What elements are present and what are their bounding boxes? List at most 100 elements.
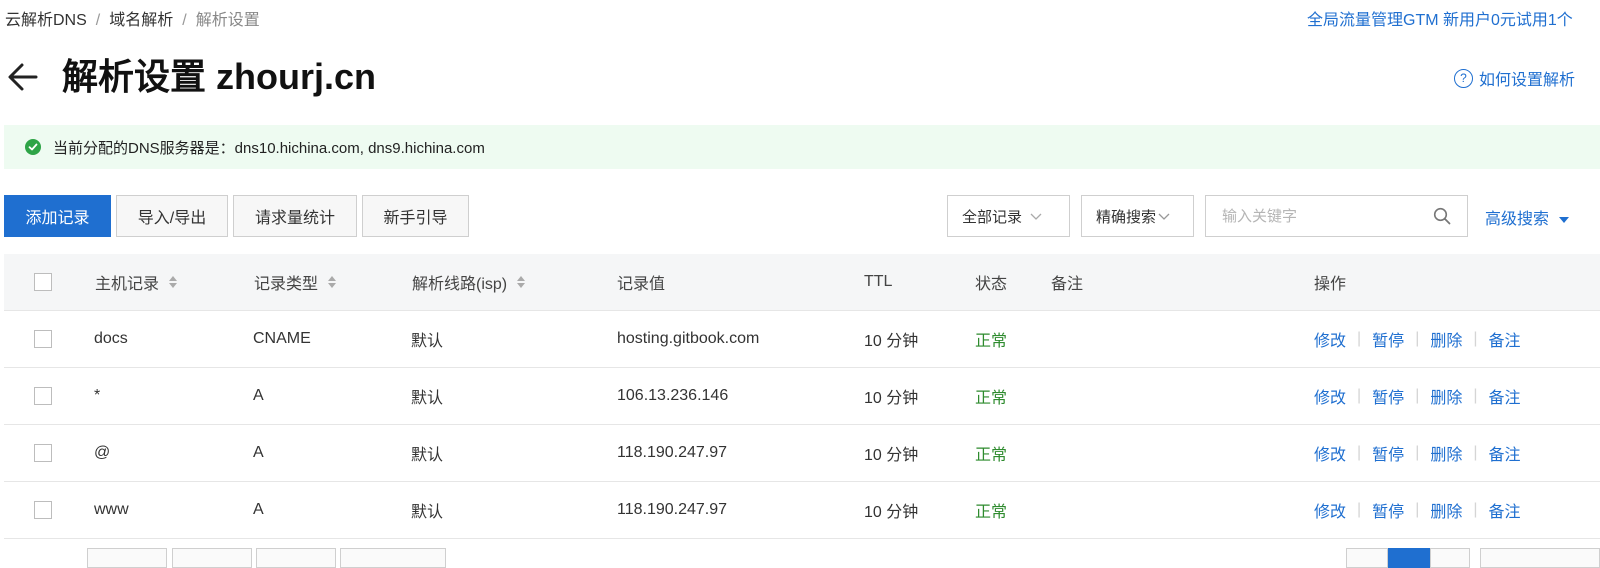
help-link-label: 如何设置解析 <box>1479 72 1576 89</box>
match-mode-select[interactable]: 精确搜索 <box>1081 195 1194 237</box>
host-cell: @ <box>94 444 111 461</box>
ttl-cell: 10 分钟 <box>864 333 919 350</box>
gtm-promo-link[interactable]: 全局流量管理GTM 新用户0元试用1个 <box>1307 6 1573 30</box>
column-header-status: 状态 <box>975 276 1008 293</box>
column-header-line[interactable]: 解析线路(isp) <box>412 254 526 310</box>
delete-link[interactable]: 删除 <box>1430 384 1462 408</box>
row-checkbox[interactable] <box>34 444 52 462</box>
batch-action-button[interactable] <box>340 548 446 568</box>
add-record-button[interactable]: 添加记录 <box>4 195 111 237</box>
ttl-cell: 10 分钟 <box>864 447 919 464</box>
check-circle-icon <box>25 139 41 155</box>
row-checkbox[interactable] <box>34 330 52 348</box>
type-cell: A <box>253 444 264 461</box>
row-checkbox[interactable] <box>34 501 52 519</box>
help-link[interactable]: ? 如何设置解析 <box>1454 66 1575 90</box>
request-stats-button[interactable]: 请求量统计 <box>233 195 357 237</box>
breadcrumb-item-dns[interactable]: 云解析DNS <box>5 12 87 29</box>
column-header-type[interactable]: 记录类型 <box>254 254 337 310</box>
chevron-down-icon <box>1158 208 1170 225</box>
import-export-button[interactable]: 导入/导出 <box>116 195 228 237</box>
advanced-search-link[interactable]: 高级搜索 <box>1485 205 1570 229</box>
pagination-next-button[interactable] <box>1430 548 1470 568</box>
question-circle-icon: ? <box>1454 68 1473 88</box>
breadcrumb-item-current: 解析设置 <box>195 12 260 29</box>
record-filter-select[interactable]: 全部记录 <box>947 195 1070 237</box>
notice-text: 当前分配的DNS服务器是：dns10.hichina.com, dns9.hic… <box>53 139 485 157</box>
remark-link[interactable]: 备注 <box>1489 441 1521 465</box>
host-cell: * <box>94 387 101 404</box>
remark-link[interactable]: 备注 <box>1489 384 1521 408</box>
ttl-cell: 10 分钟 <box>864 390 919 407</box>
pause-link[interactable]: 暂停 <box>1372 441 1404 465</box>
table-row: @ A 默认 118.190.247.97 10 分钟 正常 修改 | 暂停 | 删… <box>4 425 1600 482</box>
value-cell: 118.190.247.97 <box>617 501 728 518</box>
pagination-prev-button[interactable] <box>1346 548 1388 568</box>
batch-action-button[interactable] <box>256 548 336 568</box>
page-title: 解析设置 zhourj.cn <box>62 56 376 97</box>
pause-link[interactable]: 暂停 <box>1372 384 1404 408</box>
action-divider: | <box>1415 387 1420 404</box>
action-divider: | <box>1357 501 1362 518</box>
row-actions: 修改 | 暂停 | 删除 | 备注 <box>1314 425 1521 481</box>
edit-link[interactable]: 修改 <box>1314 327 1346 351</box>
breadcrumb-item-domains[interactable]: 域名解析 <box>109 12 173 29</box>
pagination-current-page[interactable] <box>1388 548 1430 568</box>
column-header-actions: 操作 <box>1314 276 1347 293</box>
line-cell: 默认 <box>411 447 444 464</box>
status-cell: 正常 <box>975 447 1008 464</box>
action-divider: | <box>1473 501 1478 518</box>
edit-link[interactable]: 修改 <box>1314 441 1346 465</box>
select-all-checkbox[interactable] <box>34 273 52 291</box>
status-cell: 正常 <box>975 390 1008 407</box>
breadcrumb-separator: / <box>95 12 101 29</box>
column-header-label: 主机记录 <box>95 276 160 293</box>
record-filter-value: 全部记录 <box>962 208 1023 226</box>
host-cell: www <box>94 501 129 518</box>
back-arrow-icon[interactable] <box>6 60 40 94</box>
caret-down-icon <box>1559 211 1570 228</box>
table-row: www A 默认 118.190.247.97 10 分钟 正常 修改 | 暂停 |… <box>4 482 1600 539</box>
column-header-remark: 备注 <box>1051 276 1084 293</box>
table-row: docs CNAME 默认 hosting.gitbook.com 10 分钟 … <box>4 311 1600 368</box>
edit-link[interactable]: 修改 <box>1314 498 1346 522</box>
action-divider: | <box>1415 501 1420 518</box>
batch-action-button[interactable] <box>172 548 252 568</box>
row-actions: 修改 | 暂停 | 删除 | 备注 <box>1314 482 1521 538</box>
pause-link[interactable]: 暂停 <box>1372 498 1404 522</box>
pause-link[interactable]: 暂停 <box>1372 327 1404 351</box>
ttl-cell: 10 分钟 <box>864 504 919 521</box>
page-size-select[interactable] <box>1480 548 1600 568</box>
row-actions: 修改 | 暂停 | 删除 | 备注 <box>1314 368 1521 424</box>
column-header-label: 记录类型 <box>254 276 319 293</box>
delete-link[interactable]: 删除 <box>1430 498 1462 522</box>
keyword-search-input[interactable] <box>1220 206 1424 226</box>
delete-link[interactable]: 删除 <box>1430 441 1462 465</box>
column-header-value: 记录值 <box>617 276 666 293</box>
beginner-guide-button[interactable]: 新手引导 <box>362 195 469 237</box>
status-cell: 正常 <box>975 333 1008 350</box>
type-cell: A <box>253 387 264 404</box>
row-checkbox[interactable] <box>34 387 52 405</box>
line-cell: 默认 <box>411 390 444 407</box>
column-header-label: 解析线路(isp) <box>412 276 508 293</box>
column-header-host[interactable]: 主机记录 <box>95 254 178 310</box>
dns-server-notice: 当前分配的DNS服务器是：dns10.hichina.com, dns9.hic… <box>4 125 1600 169</box>
action-divider: | <box>1357 444 1362 461</box>
action-divider: | <box>1473 330 1478 347</box>
action-divider: | <box>1473 444 1478 461</box>
line-cell: 默认 <box>411 333 444 350</box>
remark-link[interactable]: 备注 <box>1489 498 1521 522</box>
value-cell: 106.13.236.146 <box>617 387 729 404</box>
batch-action-button[interactable] <box>87 548 167 568</box>
action-divider: | <box>1357 387 1362 404</box>
edit-link[interactable]: 修改 <box>1314 384 1346 408</box>
type-cell: CNAME <box>253 330 311 347</box>
row-select-cell <box>34 482 52 538</box>
remark-link[interactable]: 备注 <box>1489 327 1521 351</box>
delete-link[interactable]: 删除 <box>1430 327 1462 351</box>
breadcrumb-separator: / <box>182 12 187 29</box>
value-cell: hosting.gitbook.com <box>617 330 760 347</box>
row-select-cell <box>34 368 52 424</box>
search-icon[interactable] <box>1433 207 1451 230</box>
